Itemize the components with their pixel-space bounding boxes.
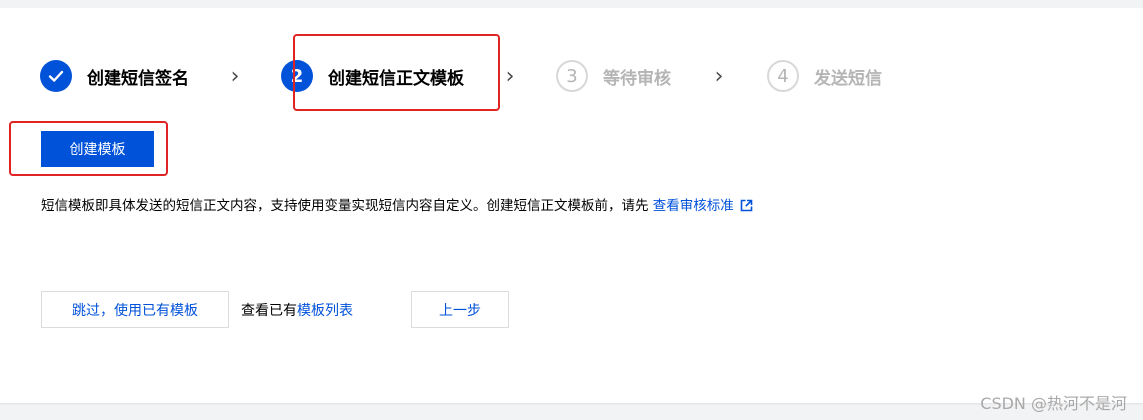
step-number: 3: [556, 60, 588, 92]
template-list-link[interactable]: 模板列表: [297, 303, 353, 319]
description-text: 短信模板即具体发送的短信正文内容，支持使用变量实现短信内容自定义。创建短信正文模…: [41, 198, 653, 214]
create-template-button[interactable]: 创建模板: [41, 131, 154, 167]
step-label: 发送短信: [814, 68, 882, 89]
previous-step-button[interactable]: 上一步: [411, 291, 509, 328]
step-create-signature[interactable]: 创建短信签名: [40, 58, 189, 94]
step-label: 创建短信签名: [87, 68, 189, 89]
view-prefix: 查看已有: [241, 303, 297, 319]
step-label: 等待审核: [603, 68, 671, 89]
step-wait-review[interactable]: 3 等待审核: [556, 58, 671, 94]
step-number: 4: [767, 60, 799, 92]
skip-use-existing-button[interactable]: 跳过，使用已有模板: [41, 291, 229, 328]
review-standard-link[interactable]: 查看审核标准: [653, 198, 734, 214]
step-send-sms[interactable]: 4 发送短信: [767, 58, 882, 94]
chevron-right-icon: ›: [714, 63, 724, 89]
watermark: CSDN @热河不是河: [980, 394, 1127, 413]
highlight-box-step: [293, 34, 500, 111]
external-link-icon[interactable]: [740, 199, 753, 216]
view-templates: 查看已有模板列表: [241, 300, 353, 320]
chevron-right-icon: ›: [230, 63, 240, 89]
top-strip: [0, 0, 1143, 8]
description: 短信模板即具体发送的短信正文内容，支持使用变量实现短信内容自定义。创建短信正文模…: [41, 194, 753, 216]
check-icon: [40, 60, 72, 92]
